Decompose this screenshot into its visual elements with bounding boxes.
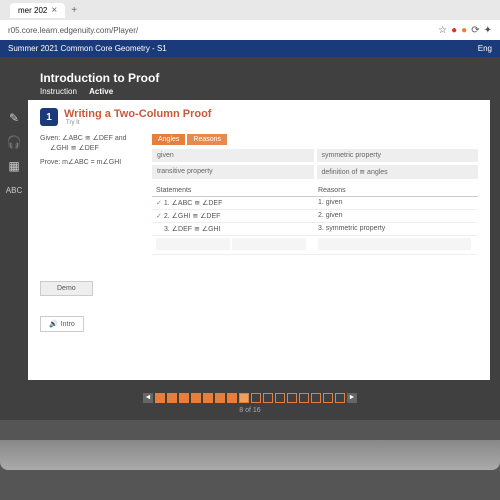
nav-box[interactable] [323, 393, 333, 403]
nav-box[interactable] [335, 393, 345, 403]
page-count: 8 of 16 [0, 407, 500, 414]
prove-line: Prove: m∠ABC = m∠GHI [40, 158, 140, 168]
course-bar: Summer 2021 Common Core Geometry - S1 En… [0, 40, 500, 57]
nav-box[interactable] [215, 393, 225, 403]
check-icon: ✓ [156, 213, 162, 220]
url-text: r05.core.learn.edgenuity.com/Player/ [8, 26, 138, 35]
intro-label: Intro [61, 321, 75, 328]
reason-3: 3. symmetric property [314, 223, 478, 236]
given-line1: Given: ∠ABC ≅ ∠DEF and [40, 134, 140, 144]
tag-row: Angles Reasons [152, 134, 478, 145]
page-header: Introduction to Proof Instruction Active [0, 67, 500, 100]
check-icon: ✓ [156, 200, 162, 207]
course-lang: Eng [478, 44, 492, 53]
bottom-nav: ◄ ► 8 of 16 [0, 380, 500, 420]
nav-box[interactable] [299, 393, 309, 403]
new-tab-icon[interactable]: + [71, 5, 77, 16]
th-reasons: Reasons [314, 185, 478, 197]
course-title: Summer 2021 Common Core Geometry - S1 [8, 44, 167, 53]
nav-box[interactable] [311, 393, 321, 403]
page-title: Introduction to Proof [40, 71, 460, 85]
bank-given[interactable]: given [152, 149, 314, 162]
nav-box[interactable] [227, 393, 237, 403]
lesson-panel: 1 Writing a Two-Column Proof Try It Give… [28, 100, 490, 380]
nav-box[interactable] [287, 393, 297, 403]
url-icons: ☆ ● ● ⟳ ✦ [438, 25, 492, 36]
lesson-title-row: 1 Writing a Two-Column Proof Try It [40, 108, 478, 126]
page-subtitle: Instruction Active [40, 87, 460, 96]
reason-2: 2. given [314, 210, 478, 223]
nav-box[interactable] [191, 393, 201, 403]
sub-instruction: Instruction [40, 87, 77, 96]
bank-definition[interactable]: definition of ≅ angles [317, 165, 479, 179]
puzzle-icon[interactable]: ✦ [484, 25, 492, 36]
nav-box[interactable] [167, 393, 177, 403]
tag-angles[interactable]: Angles [152, 134, 185, 145]
nav-box[interactable] [251, 393, 261, 403]
headphones-icon[interactable]: 🎧 [6, 134, 22, 150]
stmt-3: 3. ∠DEF ≅ ∠GHI [152, 223, 314, 236]
proof-col: Angles Reasons given symmetric property … [152, 134, 478, 261]
laptop-edge [0, 440, 500, 470]
close-icon[interactable]: × [51, 5, 57, 16]
tab-title: mer 202 [18, 6, 47, 15]
left-toolbar: ✎ 🎧 ▦ ABC [0, 100, 28, 380]
nav-next-icon[interactable]: ► [347, 393, 357, 403]
given-line2: ∠GHI ≅ ∠DEF [50, 144, 140, 154]
tag-reasons[interactable]: Reasons [187, 134, 227, 145]
table-row: ✓1. ∠ABC ≅ ∠DEF 1. given [152, 197, 478, 210]
stmt-1: 1. ∠ABC ≅ ∠DEF [164, 200, 222, 207]
nav-box[interactable] [263, 393, 273, 403]
proof-table: Statements Reasons ✓1. ∠ABC ≅ ∠DEF 1. gi… [152, 185, 478, 255]
pencil-icon[interactable]: ✎ [6, 110, 22, 126]
bank-transitive[interactable]: transitive property [152, 165, 314, 179]
demo-button[interactable]: Demo [40, 281, 93, 296]
nav-boxes: ◄ ► [143, 393, 357, 403]
table-row: 3. ∠DEF ≅ ∠GHI 3. symmetric property [152, 223, 478, 236]
dictionary-icon[interactable]: ABC [6, 182, 22, 198]
circle-red-icon[interactable]: ● [451, 25, 457, 36]
url-bar[interactable]: r05.core.learn.edgenuity.com/Player/ ☆ ●… [0, 20, 500, 40]
empty-stmt-cell[interactable] [152, 236, 314, 255]
main-area: ✎ 🎧 ▦ ABC 1 Writing a Two-Column Proof T… [0, 100, 500, 380]
given-prove-col: Given: ∠ABC ≅ ∠DEF and ∠GHI ≅ ∠DEF Prove… [40, 134, 140, 261]
circle-orange-icon[interactable]: ● [461, 25, 467, 36]
chevron-icon[interactable]: ⟳ [471, 25, 479, 36]
nav-prev-icon[interactable]: ◄ [143, 393, 153, 403]
lesson-title: Writing a Two-Column Proof [64, 108, 211, 120]
lesson-subtitle: Try It [66, 120, 211, 126]
calculator-icon[interactable]: ▦ [6, 158, 22, 174]
nav-box[interactable] [239, 393, 249, 403]
lesson-body: Given: ∠ABC ≅ ∠DEF and ∠GHI ≅ ∠DEF Prove… [40, 134, 478, 261]
content-wrap: Introduction to Proof Instruction Active… [0, 57, 500, 420]
speaker-icon: 🔊 [49, 320, 58, 328]
nav-box[interactable] [179, 393, 189, 403]
sub-active: Active [89, 87, 113, 96]
reason-bank: given symmetric property transitive prop… [152, 149, 478, 179]
lesson-icon: 1 [40, 108, 58, 126]
bank-symmetric[interactable]: symmetric property [317, 149, 479, 162]
reason-1: 1. given [314, 197, 478, 210]
tab-bar: mer 202 × + [0, 0, 500, 20]
th-statements: Statements [152, 185, 314, 197]
nav-box[interactable] [275, 393, 285, 403]
nav-box[interactable] [203, 393, 213, 403]
table-row: ✓2. ∠GHI ≅ ∠DEF 2. given [152, 210, 478, 223]
stmt-2: 2. ∠GHI ≅ ∠DEF [164, 213, 221, 220]
empty-reason-cell[interactable] [314, 236, 478, 255]
lesson-icon-text: 1 [46, 112, 52, 123]
table-row-empty [152, 236, 478, 255]
browser-chrome: mer 202 × + r05.core.learn.edgenuity.com… [0, 0, 500, 40]
nav-box[interactable] [155, 393, 165, 403]
star-icon[interactable]: ☆ [438, 25, 447, 36]
browser-tab[interactable]: mer 202 × [10, 3, 65, 18]
intro-button[interactable]: 🔊 Intro [40, 316, 84, 332]
